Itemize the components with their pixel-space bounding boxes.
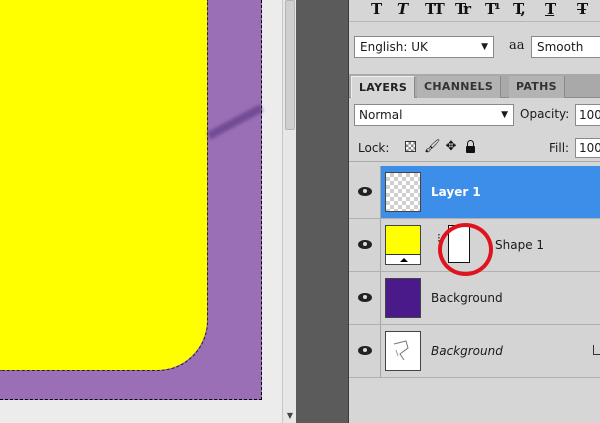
fill-label: Fill: (549, 141, 570, 155)
lock-row: Lock: 🖌 ✥ Fill: 100 (349, 134, 600, 162)
opacity-label: Opacity: (520, 107, 570, 121)
panel-tabs: LAYERS CHANNELS PATHS (349, 74, 600, 98)
underline-button[interactable]: T (545, 0, 556, 18)
lock-label: Lock: (358, 141, 390, 155)
layer-row-background[interactable]: Background (349, 272, 600, 325)
blend-mode-value: Normal (359, 108, 403, 122)
right-panel: T T TT Tr T¹ T, T T English: UK ▼ aa Smo… (348, 0, 600, 423)
layer-thumbnail (385, 172, 421, 212)
antialias-icon: aa (509, 38, 525, 53)
tab-channels[interactable]: CHANNELS (417, 76, 502, 98)
opacity-input[interactable]: 100 (575, 104, 600, 126)
layer-name: Shape 1 (495, 238, 545, 252)
lock-position-move-icon[interactable]: ✥ (444, 139, 458, 155)
selection-marquee-right (261, 0, 262, 400)
tab-paths[interactable]: PATHS (509, 76, 565, 98)
all-caps-button[interactable]: TT (425, 0, 445, 18)
selection-marquee-bottom (0, 399, 262, 400)
layer-thumbnail (385, 278, 421, 318)
lock-paint-brush-icon[interactable]: 🖌 (424, 139, 441, 155)
layer-thumbnail (385, 331, 421, 371)
type-style-buttons: T T TT Tr T¹ T, T T (349, 0, 600, 22)
diagonal-stripe (206, 104, 264, 140)
language-select[interactable]: English: UK ▼ (354, 36, 494, 58)
shape-selection-marquee (0, 0, 208, 371)
panel-gutter (296, 0, 348, 423)
layer-lock-icon (593, 345, 600, 355)
layer-name: Background (431, 344, 503, 358)
character-options-row: English: UK ▼ aa Smooth (349, 32, 600, 62)
blend-opacity-row: Normal ▼ Opacity: 100 (349, 102, 600, 128)
scroll-down-arrow-icon[interactable]: ▼ (285, 411, 295, 421)
sketch-thumbnail-graphic (393, 340, 409, 361)
chevron-down-icon: ▼ (501, 110, 508, 120)
tab-layers[interactable]: LAYERS (351, 76, 416, 98)
document-canvas[interactable] (0, 0, 282, 423)
fill-input[interactable]: 100 (575, 138, 600, 158)
layer-row-background-locked[interactable]: Background (349, 325, 600, 378)
language-value: English: UK (360, 40, 428, 54)
chevron-down-icon: ▼ (481, 42, 488, 52)
strikethrough-button[interactable]: T (577, 0, 588, 18)
subscript-button[interactable]: T, (513, 0, 526, 18)
vertical-scrollbar[interactable]: ▼ (282, 0, 296, 423)
visibility-toggle[interactable] (349, 166, 381, 218)
antialias-select[interactable]: Smooth (531, 36, 600, 58)
faux-bold-button[interactable]: T (371, 0, 382, 18)
layer-name: Background (431, 291, 503, 305)
annotation-red-circle (438, 223, 493, 276)
layer-name: Layer 1 (431, 185, 481, 199)
scrollbar-thumb[interactable] (285, 0, 295, 130)
superscript-button[interactable]: T¹ (485, 0, 501, 18)
antialias-value: Smooth (537, 40, 584, 54)
blend-mode-select[interactable]: Normal ▼ (354, 104, 514, 126)
layers-list: Layer 1 ⁝ Shape 1 Background Background (349, 166, 600, 423)
faux-italic-button[interactable]: T (397, 0, 408, 18)
eye-icon (358, 240, 372, 249)
layer-thumbnail (385, 225, 421, 265)
layer-row-layer-1[interactable]: Layer 1 (349, 166, 600, 219)
eye-icon (358, 293, 372, 302)
eye-icon (358, 187, 372, 196)
lock-all-padlock-icon[interactable] (464, 139, 478, 155)
small-caps-button[interactable]: Tr (455, 0, 471, 18)
lock-transparency-icon[interactable] (404, 139, 418, 155)
visibility-toggle[interactable] (349, 272, 381, 324)
canvas-image[interactable] (0, 0, 264, 400)
eye-icon (358, 346, 372, 355)
visibility-toggle[interactable] (349, 325, 381, 377)
visibility-toggle[interactable] (349, 219, 381, 271)
